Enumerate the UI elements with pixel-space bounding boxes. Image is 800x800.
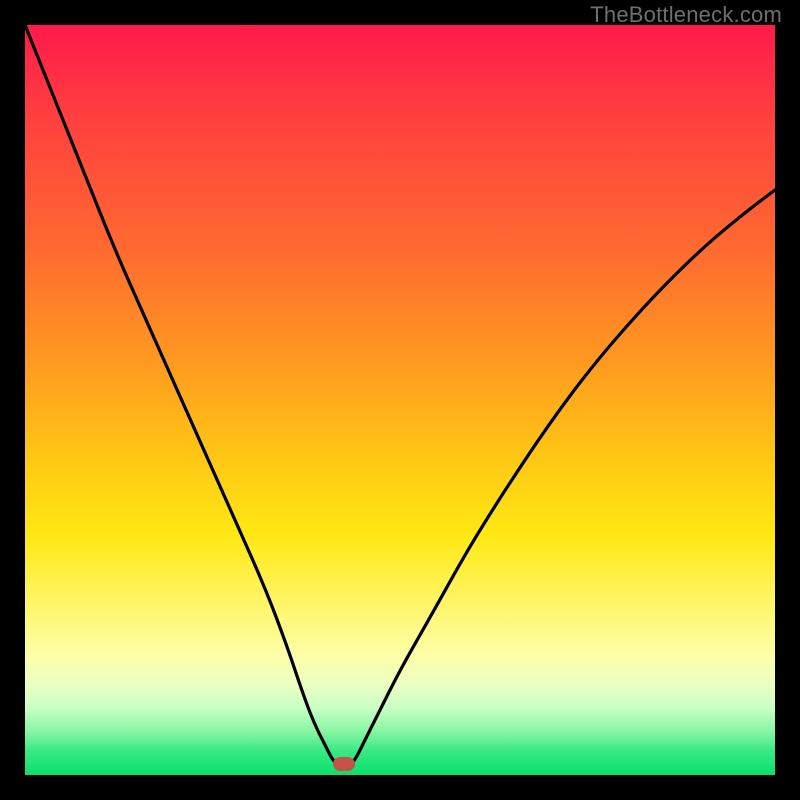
chart-frame: TheBottleneck.com [0, 0, 800, 800]
minimum-marker [333, 757, 355, 771]
bottleneck-curve [25, 25, 775, 775]
watermark-text: TheBottleneck.com [590, 2, 782, 28]
